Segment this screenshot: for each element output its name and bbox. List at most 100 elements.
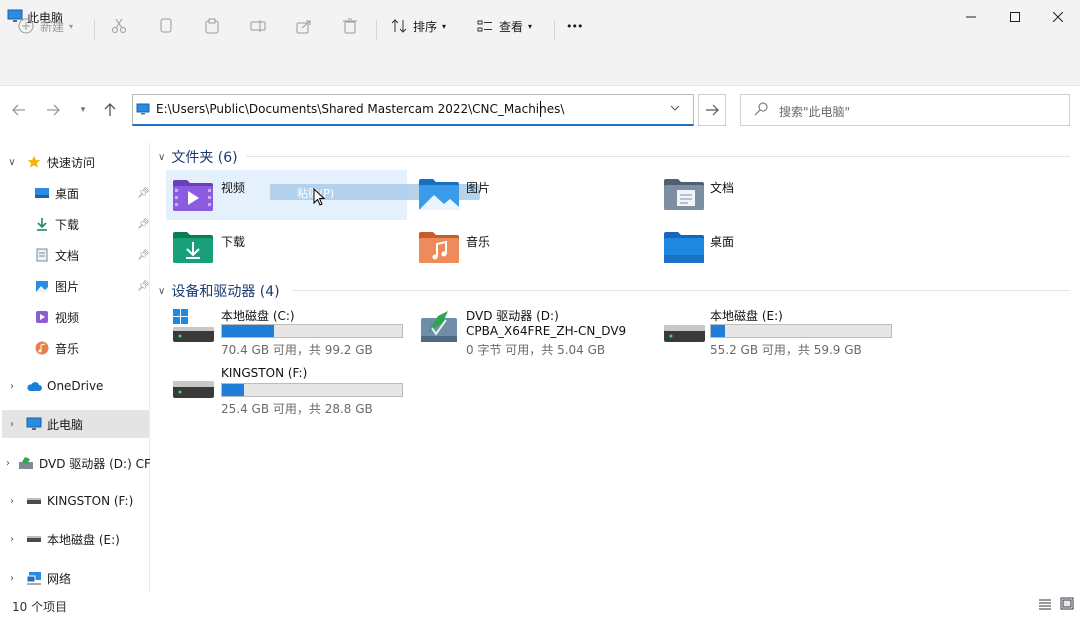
drive-name: 本地磁盘 (E:): [710, 309, 783, 323]
drive-space: 55.2 GB 可用，共 59.9 GB: [710, 343, 862, 357]
arrow-right-icon: [706, 104, 719, 116]
chevron-right-icon: ›: [10, 533, 14, 545]
tiles-view-button[interactable]: [1060, 597, 1074, 613]
sort-button[interactable]: 排序 ▾: [391, 12, 446, 40]
folder-label: 视频: [221, 181, 246, 195]
drive-item-c[interactable]: [172, 308, 216, 347]
desktop-icon: [34, 185, 50, 201]
dvd-drive-icon: [421, 311, 457, 342]
go-button[interactable]: [698, 94, 726, 126]
drive-usage-fill: [711, 325, 726, 337]
pin-icon[interactable]: 📌︎: [137, 281, 150, 292]
item-count: 10 个项目: [12, 600, 68, 614]
sidebar-item-kingston[interactable]: › KINGSTON (F:): [0, 487, 150, 515]
folder-item-desktop[interactable]: [663, 230, 705, 267]
drive-item-f[interactable]: [172, 368, 216, 407]
sidebar-item-local-e[interactable]: › 本地磁盘 (E:): [0, 525, 150, 553]
drive-item-e[interactable]: [663, 308, 707, 347]
sidebar-item-label: 文档: [55, 248, 80, 263]
sidebar-item-label: 视频: [55, 310, 80, 325]
picture-icon: [34, 278, 50, 294]
arrow-up-icon: [104, 103, 116, 116]
sort-icon: [391, 19, 407, 33]
folder-downloads-icon: [173, 232, 213, 263]
pin-icon[interactable]: 📌︎: [137, 250, 150, 261]
drive-usage-bar: [221, 324, 403, 338]
sidebar-item-videos[interactable]: 视频: [0, 303, 150, 331]
chevron-right-icon: ›: [10, 380, 14, 392]
up-button[interactable]: [99, 100, 121, 120]
new-button[interactable]: 新建 ▾: [18, 12, 73, 40]
folder-item-pictures[interactable]: [418, 177, 460, 214]
drive-item-d[interactable]: [418, 308, 462, 347]
trash-icon: [343, 18, 357, 34]
folder-item-documents[interactable]: [663, 177, 705, 214]
arrow-right-icon: [47, 104, 60, 116]
view-label: 查看: [499, 19, 524, 34]
address-input-text[interactable]: E:\Users\Public\Documents\Shared Masterc…: [156, 102, 564, 116]
minimize-icon: [966, 16, 976, 18]
details-view-button[interactable]: [1038, 598, 1052, 613]
sidebar-item-downloads[interactable]: 下载 📌︎: [0, 210, 150, 238]
sidebar-item-dvd[interactable]: › DVD 驱动器 (D:) CF: [0, 449, 150, 477]
devices-group-title: 设备和驱动器 (4): [171, 284, 280, 300]
sidebar-item-quick-access[interactable]: ∨ 快速访问: [0, 148, 150, 176]
drive-name: DVD 驱动器 (D:): [466, 309, 559, 323]
devices-group-header[interactable]: ∨ 设备和驱动器 (4): [158, 281, 280, 301]
sidebar-item-onedrive[interactable]: › OneDrive: [0, 372, 150, 400]
forward-button[interactable]: [42, 100, 64, 120]
drive-volume-label: CPBA_X64FRE_ZH-CN_DV9: [466, 324, 627, 338]
sidebar-item-pictures[interactable]: 图片 📌︎: [0, 272, 150, 300]
view-icon: [477, 20, 492, 32]
toolbar-divider: [554, 20, 555, 40]
pin-icon[interactable]: 📌︎: [137, 188, 150, 199]
drive-usage-bar: [221, 383, 403, 397]
toolbar-divider: [94, 20, 95, 40]
video-icon: [34, 309, 50, 325]
sidebar-item-desktop[interactable]: 桌面 📌︎: [0, 179, 150, 207]
sidebar-item-label: 音乐: [55, 341, 80, 356]
star-icon: [26, 154, 42, 170]
drive-icon: [26, 531, 42, 547]
sidebar-item-label: KINGSTON (F:): [47, 494, 134, 508]
copy-button[interactable]: [158, 12, 174, 40]
sidebar-item-network[interactable]: › 网络: [0, 564, 150, 592]
pin-icon[interactable]: 📌︎: [137, 219, 150, 230]
back-button[interactable]: [8, 100, 30, 120]
folder-item-downloads[interactable]: [172, 230, 214, 267]
folder-label: 文档: [710, 181, 735, 195]
group-divider: [292, 290, 1070, 291]
minimize-button[interactable]: [948, 0, 994, 34]
new-label: 新建: [40, 19, 65, 34]
chevron-right-icon: ›: [10, 495, 14, 507]
delete-button[interactable]: [342, 12, 358, 40]
paste-button[interactable]: [204, 12, 220, 40]
chevron-down-icon: ∨: [8, 156, 16, 168]
maximize-button[interactable]: [992, 0, 1038, 34]
search-placeholder[interactable]: 搜索"此电脑": [779, 103, 850, 120]
sidebar-item-label: 此电脑: [47, 417, 84, 432]
address-history-dropdown[interactable]: [670, 103, 680, 114]
plus-circle-icon: [18, 18, 34, 34]
scissors-icon: [112, 18, 126, 33]
group-divider: [246, 156, 1070, 157]
cut-button[interactable]: [111, 12, 127, 40]
arrow-left-icon: [12, 104, 25, 116]
search-icon: [754, 102, 768, 116]
recent-locations-button[interactable]: ▾: [72, 100, 94, 120]
rename-button[interactable]: [250, 12, 266, 40]
close-button[interactable]: [1035, 0, 1080, 34]
folder-item-music[interactable]: [418, 230, 460, 267]
view-button[interactable]: 查看 ▾: [477, 12, 532, 40]
sidebar-item-documents[interactable]: 文档 📌︎: [0, 241, 150, 269]
folders-group-header[interactable]: ∨ 文件夹 (6): [158, 147, 238, 167]
chevron-down-icon: ▾: [528, 21, 533, 31]
drive-usage-fill: [222, 325, 275, 337]
sidebar-item-music[interactable]: 音乐: [0, 334, 150, 362]
drive-name: 本地磁盘 (C:): [221, 309, 295, 323]
share-button[interactable]: [296, 12, 312, 40]
sidebar-item-this-pc[interactable]: › 此电脑: [2, 410, 149, 438]
maximize-icon: [1010, 12, 1020, 22]
drive-icon: [173, 381, 214, 398]
more-button[interactable]: •••: [566, 12, 583, 40]
